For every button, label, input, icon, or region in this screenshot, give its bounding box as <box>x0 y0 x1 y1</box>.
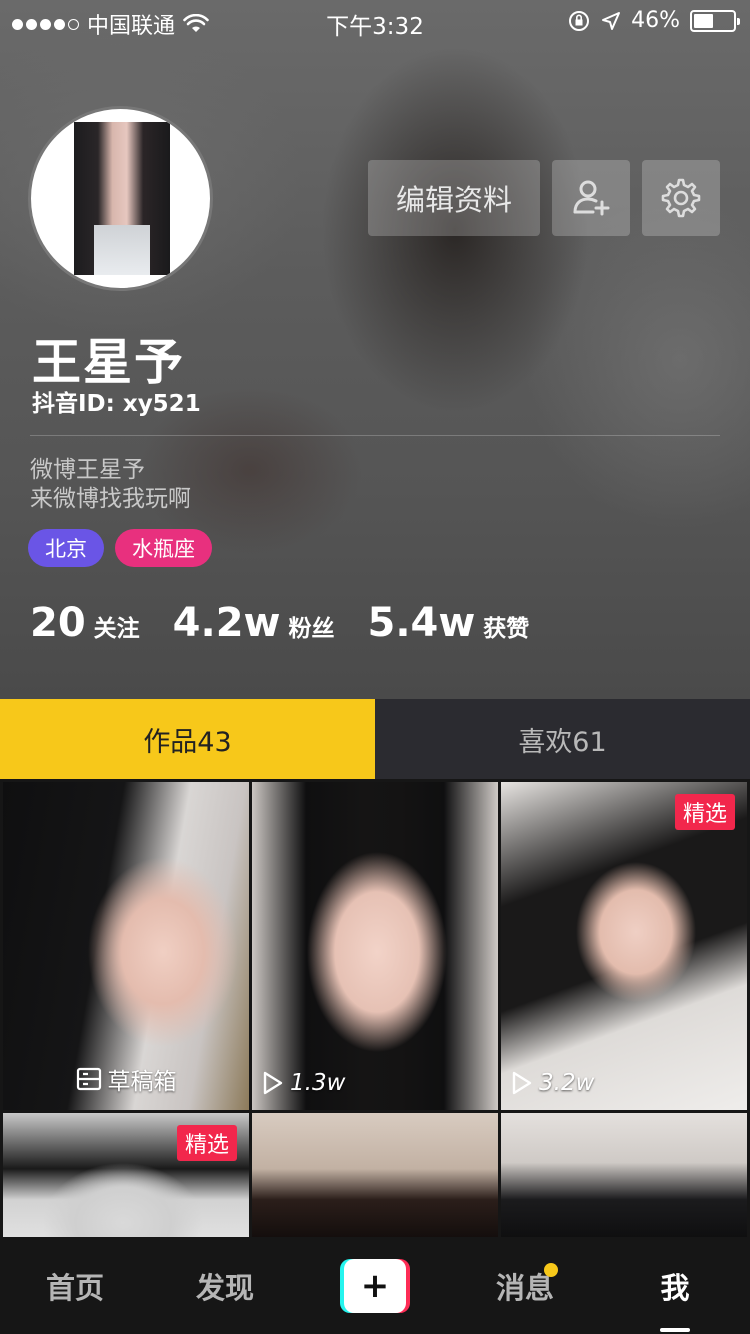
video-thumbnail[interactable]: 精选 <box>3 1113 249 1237</box>
douyin-id: 抖音ID: xy521 <box>32 391 201 417</box>
drafts-label: 草稿箱 <box>107 1069 177 1095</box>
following-label: 关注 <box>93 616 140 642</box>
active-indicator <box>660 1328 690 1332</box>
status-bar: 中国联通 下午3:32 46% <box>0 0 750 40</box>
profile-tags: 北京 水瓶座 <box>28 529 212 567</box>
featured-badge: 精选 <box>674 794 735 830</box>
tag-location: 北京 <box>28 529 104 567</box>
content-tabs: 作品43 喜欢61 <box>0 699 750 779</box>
fans-count: 4.2w <box>172 600 281 646</box>
tab-works[interactable]: 作品43 <box>0 699 375 779</box>
play-count: 3.2w <box>539 1070 595 1096</box>
video-thumbnail[interactable] <box>501 1113 747 1237</box>
fans-label: 粉丝 <box>288 616 335 642</box>
settings-button[interactable] <box>642 160 720 236</box>
nav-create[interactable]: + <box>300 1237 450 1334</box>
profile-stats: 20 关注 4.2w 粉丝 5.4w 获赞 <box>30 600 562 646</box>
nav-me[interactable]: 我 <box>600 1237 750 1334</box>
divider <box>30 435 720 436</box>
featured-badge: 精选 <box>176 1125 237 1161</box>
play-icon <box>263 1071 283 1095</box>
video-thumbnail[interactable]: 1.3w <box>252 782 498 1110</box>
avatar[interactable] <box>28 106 213 291</box>
location-arrow-icon <box>602 11 621 30</box>
create-button[interactable]: + <box>340 1258 410 1313</box>
play-icon <box>512 1071 532 1095</box>
plus-icon: + <box>344 1258 406 1313</box>
bottom-nav: 首页 发现 + 消息 我 <box>0 1237 750 1334</box>
nav-discover[interactable]: 发现 <box>150 1237 300 1334</box>
video-thumbnail[interactable]: 精选 3.2w <box>501 782 747 1110</box>
drafts-box-icon <box>76 1067 101 1091</box>
edit-profile-button[interactable]: 编辑资料 <box>368 160 540 236</box>
following-count: 20 <box>30 600 86 646</box>
bio: 微博王星予 来微博找我玩啊 <box>30 456 191 514</box>
video-thumbnail-drafts[interactable]: 草稿箱 <box>3 782 249 1110</box>
battery-percent: 46% <box>631 8 680 33</box>
bio-line: 微博王星予 <box>30 457 145 483</box>
bio-line: 来微博找我玩啊 <box>30 486 191 512</box>
likes-label: 获赞 <box>483 616 530 642</box>
likes-stat[interactable]: 5.4w 获赞 <box>367 600 529 646</box>
following-stat[interactable]: 20 关注 <box>30 600 140 646</box>
nav-home[interactable]: 首页 <box>0 1237 150 1334</box>
video-grid: 草稿箱 1.3w 精选 3.2w 精选 <box>0 779 750 1237</box>
avatar-photo <box>74 122 170 275</box>
tab-likes[interactable]: 喜欢61 <box>375 699 750 779</box>
fans-stat[interactable]: 4.2w 粉丝 <box>173 600 335 646</box>
gear-icon <box>661 178 701 218</box>
play-count: 1.3w <box>290 1070 346 1096</box>
add-friend-button[interactable] <box>552 160 630 236</box>
tag-zodiac: 水瓶座 <box>115 529 212 567</box>
battery-icon <box>690 9 740 32</box>
nav-me-label: 我 <box>660 1270 690 1305</box>
likes-count: 5.4w <box>367 600 476 646</box>
notification-dot <box>544 1263 558 1277</box>
orientation-lock-icon <box>569 10 590 31</box>
nav-messages[interactable]: 消息 <box>450 1237 600 1334</box>
add-user-icon <box>573 180 610 216</box>
video-thumbnail[interactable] <box>252 1113 498 1237</box>
